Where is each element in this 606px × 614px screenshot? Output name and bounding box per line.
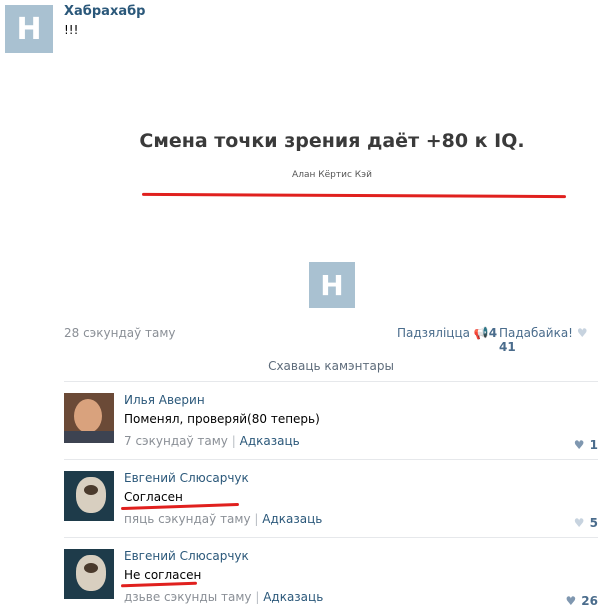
quote-text: Смена точки зрения даёт +80 к IQ. bbox=[139, 130, 525, 152]
separator: | bbox=[254, 512, 259, 526]
comment-author[interactable]: Илья Аверин bbox=[124, 393, 205, 407]
comment-author[interactable]: Евгений Слюсарчук bbox=[124, 549, 249, 563]
post-text: !!! bbox=[64, 23, 79, 37]
comment-like-button[interactable]: ♥ 1 bbox=[560, 434, 598, 453]
megaphone-icon: 📢 bbox=[473, 326, 489, 340]
quote-logo-letter: H bbox=[320, 268, 344, 302]
comment-text: Согласен bbox=[124, 490, 183, 504]
comment-time[interactable]: дзьве сэкунды таму bbox=[124, 590, 251, 604]
like-count: 41 bbox=[499, 340, 516, 354]
community-logo-letter: H bbox=[16, 11, 42, 47]
like-label: Падабайка! bbox=[499, 326, 573, 340]
comment-text: Не согласен bbox=[124, 568, 202, 582]
comment-like-button[interactable]: ♥ 26 bbox=[556, 590, 598, 609]
separator: | bbox=[255, 590, 260, 604]
comment-time[interactable]: 7 сэкундаў таму bbox=[124, 434, 228, 448]
quote-image[interactable]: Смена точки зрения даёт +80 к IQ. Алан К… bbox=[64, 100, 598, 280]
heart-icon: ♥ bbox=[565, 594, 577, 608]
annotation-underline-agree bbox=[120, 502, 240, 511]
heart-icon: ♥ bbox=[573, 438, 585, 452]
comment-avatar[interactable] bbox=[64, 471, 114, 521]
heart-icon: ♥ bbox=[573, 516, 585, 530]
community-avatar[interactable]: H bbox=[5, 5, 53, 53]
reply-link[interactable]: Адказаць bbox=[262, 512, 322, 526]
quote-logo: H bbox=[309, 262, 355, 308]
comment-like-count: 26 bbox=[581, 594, 598, 608]
heart-icon: ♥ bbox=[576, 326, 588, 340]
reply-link[interactable]: Адказаць bbox=[240, 434, 300, 448]
annotation-underline-disagree bbox=[120, 581, 198, 588]
comment-author[interactable]: Евгений Слюсарчук bbox=[124, 471, 249, 485]
comment-like-count: 1 bbox=[589, 438, 598, 452]
comment-meta: 7 сэкундаў таму | Адказаць bbox=[124, 434, 300, 448]
quote-author: Алан Кёртис Кэй bbox=[292, 170, 372, 180]
comment-time[interactable]: пяць сэкундаў таму bbox=[124, 512, 251, 526]
comment-avatar[interactable] bbox=[64, 393, 114, 443]
comments-divider-top bbox=[64, 381, 598, 382]
comment-divider bbox=[64, 459, 598, 460]
comment-like-count: 5 bbox=[589, 516, 598, 530]
post-author[interactable]: Хабрахабр bbox=[64, 4, 146, 19]
comment-text: Поменял, проверяй(80 теперь) bbox=[124, 412, 320, 426]
hide-comments-link[interactable]: Схаваць камэнтары bbox=[64, 359, 598, 373]
share-count: 4 bbox=[488, 326, 498, 340]
comment-divider bbox=[64, 537, 598, 538]
comment-like-button[interactable]: ♥ 5 bbox=[560, 512, 598, 531]
reply-link[interactable]: Адказаць bbox=[263, 590, 323, 604]
comment-meta: дзьве сэкунды таму | Адказаць bbox=[124, 590, 323, 604]
share-button[interactable]: Падзяліцца 📢4 bbox=[397, 326, 497, 340]
like-button[interactable]: Падабайка! ♥ 41 bbox=[499, 326, 606, 354]
comment-avatar[interactable] bbox=[64, 549, 114, 599]
post-time[interactable]: 28 сэкундаў таму bbox=[64, 326, 176, 340]
share-label: Падзяліцца bbox=[397, 326, 470, 340]
comment-meta: пяць сэкундаў таму | Адказаць bbox=[124, 512, 322, 526]
separator: | bbox=[231, 434, 236, 448]
